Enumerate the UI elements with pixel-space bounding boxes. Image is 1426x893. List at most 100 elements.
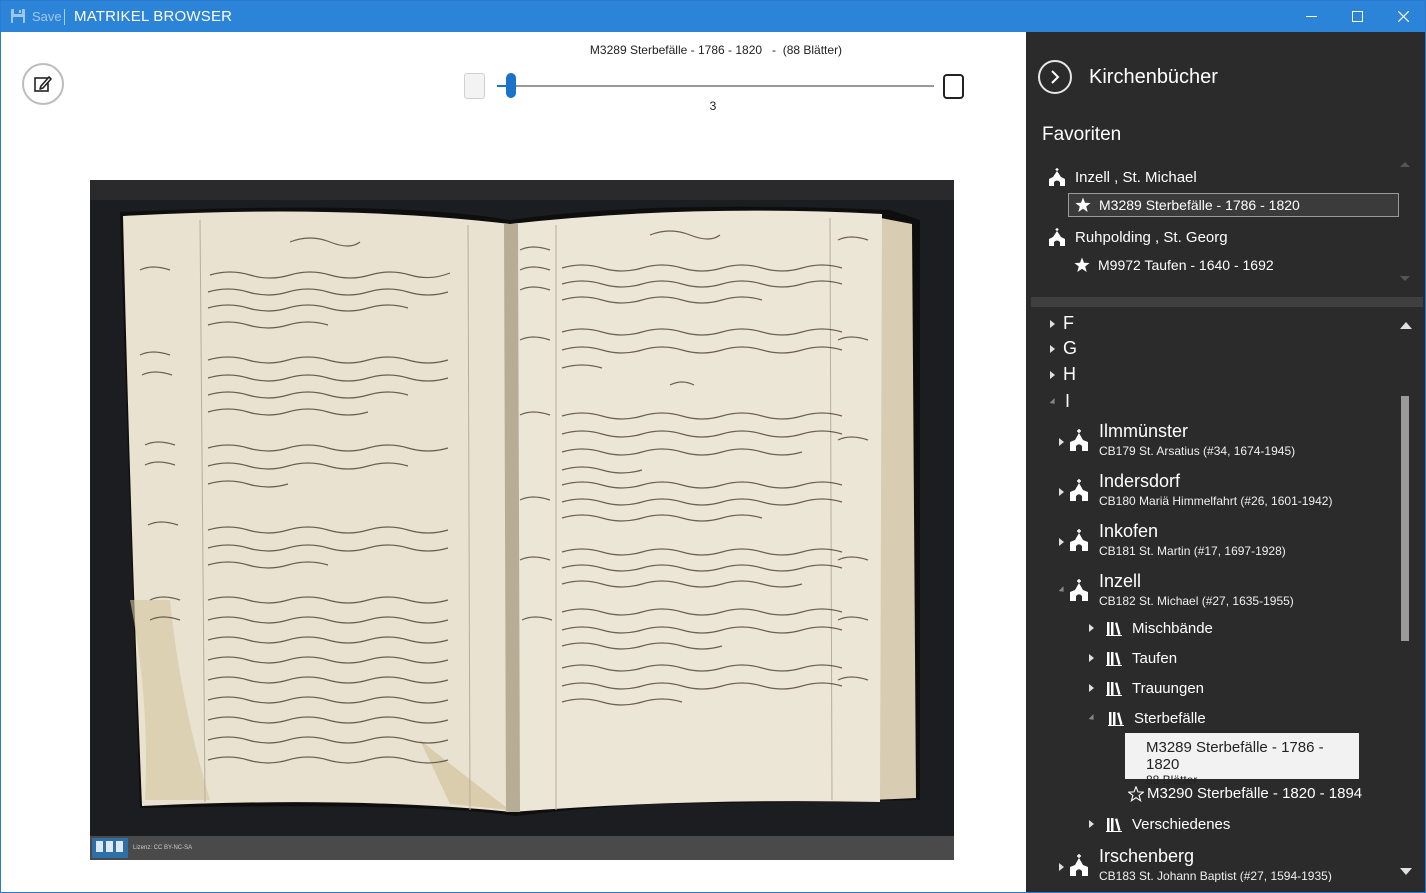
floppy-disk-icon bbox=[11, 9, 25, 23]
category-verschiedenes[interactable]: Verschiedenes bbox=[1089, 814, 1230, 834]
category-label: Verschiedenes bbox=[1132, 815, 1231, 833]
parish-subtitle: CB180 Mariä Himmelfahrt (#26, 1601-1942) bbox=[1099, 494, 1333, 508]
parish-name: Indersdorf bbox=[1099, 471, 1181, 491]
tree-letter-label: H bbox=[1063, 364, 1076, 384]
favorites-scroll-up-icon[interactable] bbox=[1400, 160, 1410, 168]
favorite-book-label: M3289 Sterbefälle - 1786 - 1820 bbox=[1099, 197, 1300, 213]
category-label: Trauungen bbox=[1132, 679, 1204, 697]
collapse-caret-icon bbox=[1088, 714, 1097, 722]
parish-ilmmuenster[interactable]: Ilmmünster CB179 St. Arsatius (#34, 1674… bbox=[1059, 421, 1379, 465]
books-icon bbox=[1106, 652, 1122, 666]
category-trauungen[interactable]: Trauungen bbox=[1089, 678, 1204, 698]
maximize-icon bbox=[1351, 11, 1363, 22]
parish-subtitle: CB181 St. Martin (#17, 1697-1928) bbox=[1099, 544, 1286, 558]
edit-button[interactable] bbox=[22, 63, 64, 105]
category-label: Mischbände bbox=[1132, 619, 1213, 637]
parish-indersdorf[interactable]: Indersdorf CB180 Mariä Himmelfahrt (#26,… bbox=[1059, 471, 1379, 515]
splitter[interactable] bbox=[1031, 297, 1423, 307]
expand-caret-icon bbox=[1059, 488, 1064, 496]
favorite-book-label: M9972 Taufen - 1640 - 1692 bbox=[1098, 257, 1274, 273]
favorite-book-m3289[interactable]: M3289 Sterbefälle - 1786 - 1820 bbox=[1068, 193, 1399, 217]
expand-caret-icon bbox=[1050, 319, 1055, 328]
books-icon bbox=[1106, 622, 1122, 636]
favorite-parish-ruhpolding[interactable]: Ruhpolding , St. Georg bbox=[1048, 228, 1228, 246]
favorite-parish-label: Inzell , St. Michael bbox=[1075, 168, 1197, 186]
tree-letter-label: F bbox=[1063, 313, 1074, 333]
collapse-caret-icon bbox=[1049, 397, 1058, 406]
church-icon bbox=[1070, 579, 1088, 601]
tree-clip: Irschenberg CB183 St. Johann Baptist (#2… bbox=[1026, 846, 1396, 882]
sidebar-title: Kirchenbücher bbox=[1089, 66, 1218, 88]
close-icon bbox=[1397, 11, 1409, 22]
save-button[interactable]: Save bbox=[10, 8, 62, 24]
category-label: Sterbefälle bbox=[1134, 709, 1206, 727]
edit-pencil-icon bbox=[34, 76, 52, 92]
category-taufen[interactable]: Taufen bbox=[1089, 648, 1177, 668]
parish-irschenberg[interactable]: Irschenberg CB183 St. Johann Baptist (#2… bbox=[1059, 846, 1379, 882]
church-icon bbox=[1070, 854, 1088, 876]
book-title: M3290 Sterbefälle - 1820 - 1894 bbox=[1147, 785, 1363, 802]
app-title: MATRIKEL BROWSER bbox=[74, 8, 233, 25]
collapse-caret-icon bbox=[1058, 586, 1067, 594]
tree-letter-h[interactable]: H bbox=[1050, 364, 1076, 385]
tree-letter-label: G bbox=[1063, 338, 1078, 358]
collapse-sidebar-button[interactable] bbox=[1038, 60, 1072, 94]
expand-caret-icon bbox=[1089, 654, 1094, 662]
star-outline-icon[interactable] bbox=[1128, 785, 1144, 802]
book-title: M3289 Sterbefälle - 1786 - 1820 bbox=[1146, 739, 1324, 773]
expand-caret-icon bbox=[1089, 624, 1094, 632]
church-icon bbox=[1070, 479, 1088, 501]
title-separator bbox=[64, 9, 65, 25]
parish-name: Inzell bbox=[1099, 571, 1142, 591]
tree-scroll-up-icon[interactable] bbox=[1400, 321, 1412, 330]
expand-caret-icon bbox=[1089, 684, 1094, 692]
star-filled-icon bbox=[1075, 197, 1091, 212]
previous-page-button[interactable] bbox=[464, 73, 485, 99]
book-m3289[interactable]: M3289 Sterbefälle - 1786 - 1820 88 Blätt… bbox=[1125, 733, 1359, 787]
expand-caret-icon bbox=[1050, 344, 1055, 353]
tree-letter-i[interactable]: I bbox=[1049, 391, 1071, 412]
tree-letter-g[interactable]: G bbox=[1050, 338, 1077, 359]
title-bar: Save MATRIKEL BROWSER bbox=[1, 1, 1425, 32]
favorite-parish-inzell[interactable]: Inzell , St. Michael bbox=[1048, 168, 1197, 186]
expand-caret-icon bbox=[1059, 863, 1064, 871]
church-icon bbox=[1070, 429, 1088, 451]
minimize-button[interactable] bbox=[1288, 1, 1334, 32]
page-slider-thumb[interactable] bbox=[506, 73, 516, 98]
parish-subtitle: CB183 St. Johann Baptist (#27, 1594-1935… bbox=[1099, 869, 1332, 882]
parish-subtitle: CB179 St. Arsatius (#34, 1674-1945) bbox=[1099, 444, 1296, 458]
minimize-icon bbox=[1305, 16, 1317, 17]
parish-inkofen[interactable]: Inkofen CB181 St. Martin (#17, 1697-1928… bbox=[1059, 521, 1379, 565]
maximize-button[interactable] bbox=[1334, 1, 1380, 32]
chevron-right-icon bbox=[1051, 70, 1060, 84]
books-icon bbox=[1106, 682, 1122, 696]
favorite-book-m9972[interactable]: M9972 Taufen - 1640 - 1692 bbox=[1068, 253, 1274, 277]
scanned-page-image bbox=[90, 180, 954, 860]
church-icon bbox=[1049, 228, 1065, 246]
parish-name: Irschenberg bbox=[1099, 846, 1195, 866]
parish-inzell[interactable]: Inzell CB182 St. Michael (#27, 1635-1955… bbox=[1058, 571, 1379, 615]
favorites-title: Favoriten bbox=[1042, 124, 1122, 145]
expand-caret-icon bbox=[1050, 370, 1055, 379]
church-icon bbox=[1049, 168, 1065, 186]
favorites-scroll-down-icon[interactable] bbox=[1400, 275, 1410, 283]
page-number: 3 bbox=[709, 99, 717, 113]
book-m3290[interactable]: M3290 Sterbefälle - 1820 - 1894 bbox=[1128, 785, 1362, 802]
books-icon bbox=[1106, 818, 1122, 832]
parish-name: Ilmmünster bbox=[1099, 421, 1189, 441]
tree-scroll-down-icon[interactable] bbox=[1400, 867, 1412, 876]
tree-letter-f[interactable]: F bbox=[1050, 313, 1074, 334]
category-sterbefaelle[interactable]: Sterbefälle bbox=[1088, 708, 1206, 728]
tree-letter-label: I bbox=[1065, 391, 1071, 411]
tree-scrollbar-thumb[interactable] bbox=[1401, 396, 1409, 641]
next-page-button[interactable] bbox=[943, 74, 964, 99]
close-button[interactable] bbox=[1380, 1, 1426, 32]
page-slider-track[interactable] bbox=[497, 85, 934, 87]
books-icon bbox=[1108, 712, 1124, 726]
viewer-pane: M3289 Sterbefälle - 1786 - 1820 - (88 Bl… bbox=[1, 32, 1026, 892]
category-mischbaende[interactable]: Mischbände bbox=[1089, 618, 1213, 638]
church-icon bbox=[1070, 529, 1088, 551]
page-slider-fill bbox=[497, 85, 506, 87]
star-filled-icon bbox=[1074, 257, 1090, 272]
expand-caret-icon bbox=[1089, 820, 1094, 828]
